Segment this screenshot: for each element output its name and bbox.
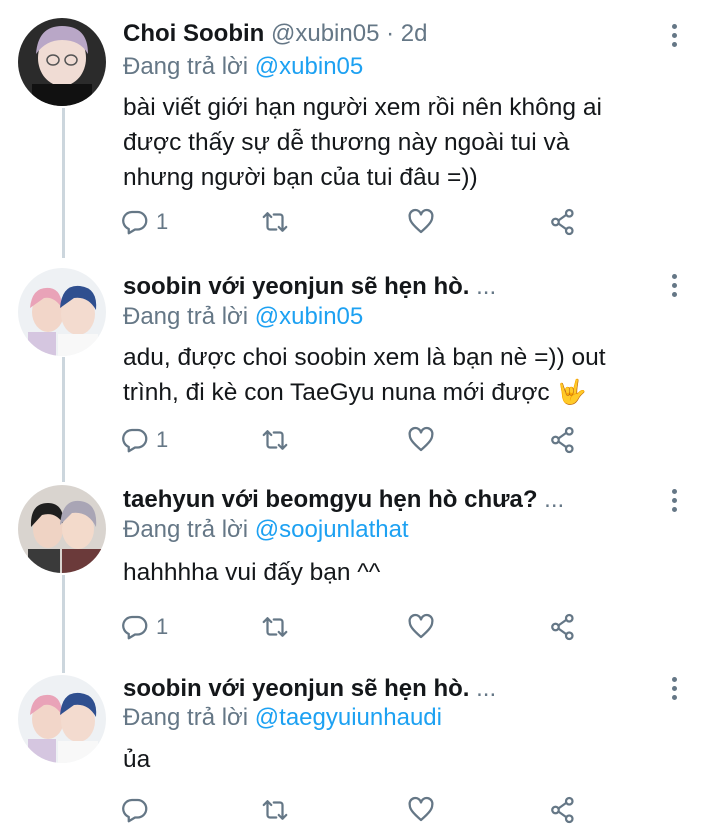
more-vertical-icon[interactable] bbox=[662, 675, 686, 705]
reply-button[interactable]: 1 bbox=[120, 205, 168, 239]
tweet[interactable]: soobin với yeonjun sẽ hẹn hò. ... Đang t… bbox=[0, 260, 720, 475]
reply-icon bbox=[122, 428, 148, 453]
separator: · bbox=[386, 20, 395, 47]
share-icon bbox=[551, 796, 574, 824]
display-name[interactable]: soobin với yeonjun sẽ hẹn hò. bbox=[123, 273, 469, 300]
name-truncation: ... bbox=[476, 273, 497, 300]
love-you-gesture-emoji: 🤟 bbox=[556, 379, 587, 406]
replying-to: Đang trả lời @xubin05 bbox=[123, 50, 363, 84]
tweet-text-line: trình, đi kè con TaeGyu nuna mới được 🤟 bbox=[123, 375, 663, 410]
action-bar: 1 bbox=[120, 610, 600, 644]
share-button[interactable] bbox=[548, 423, 578, 457]
tweet-text: adu, được choi soobin xem là bạn nè =)) … bbox=[123, 340, 663, 410]
avatar[interactable] bbox=[18, 268, 106, 356]
action-bar bbox=[120, 793, 600, 827]
retweet-icon bbox=[262, 617, 288, 637]
tweet-text-line: được thấy sự dễ thương này ngoài tui và bbox=[123, 129, 570, 156]
tweet-text: hahhhha vui đấy bạn ^^ bbox=[123, 555, 663, 590]
retweet-icon bbox=[262, 430, 288, 450]
mention-link[interactable]: @soojunlathat bbox=[255, 516, 409, 543]
reply-icon bbox=[122, 615, 148, 640]
share-button[interactable] bbox=[548, 205, 578, 239]
retweet-button[interactable] bbox=[260, 610, 290, 644]
action-bar: 1 bbox=[120, 423, 600, 457]
mention-link[interactable]: @taegyuiunhaudi bbox=[255, 704, 442, 731]
display-name[interactable]: Choi Soobin bbox=[123, 20, 264, 47]
reply-button[interactable]: 1 bbox=[120, 423, 168, 457]
share-icon bbox=[551, 426, 574, 454]
reply-count: 1 bbox=[156, 427, 169, 452]
tweet[interactable]: soobin với yeonjun sẽ hẹn hò. ... Đang t… bbox=[0, 665, 720, 835]
timestamp[interactable]: 2d bbox=[401, 20, 428, 47]
tweet-text-line: adu, được choi soobin xem là bạn nè =)) … bbox=[123, 344, 606, 371]
reply-count: 1 bbox=[156, 614, 169, 639]
share-icon bbox=[551, 208, 574, 236]
like-button[interactable] bbox=[406, 610, 436, 644]
avatar-image bbox=[18, 485, 106, 573]
share-button[interactable] bbox=[548, 793, 578, 827]
tweet-text-line: nhưng người bạn của tui đâu =)) bbox=[123, 164, 478, 191]
heart-icon bbox=[408, 613, 434, 639]
avatar[interactable] bbox=[18, 485, 106, 573]
heart-icon bbox=[408, 426, 434, 452]
replying-to: Đang trả lời @soojunlathat bbox=[123, 513, 409, 547]
tweet[interactable]: taehyun với beomgyu hẹn hò chưa? ... Đan… bbox=[0, 475, 720, 665]
avatar-image bbox=[18, 268, 106, 356]
avatar-image bbox=[18, 675, 106, 763]
reply-icon bbox=[122, 798, 148, 823]
reply-icon bbox=[122, 210, 148, 235]
avatar[interactable] bbox=[18, 675, 106, 763]
retweet-icon bbox=[262, 800, 288, 820]
replying-to-label: Đang trả lời bbox=[123, 303, 249, 330]
tweet-text: bài viết giới hạn người xem rồi nên khôn… bbox=[123, 90, 663, 195]
share-icon bbox=[551, 613, 574, 641]
tweet-text: ủa bbox=[123, 742, 663, 777]
user-handle[interactable]: @xubin05 bbox=[271, 20, 379, 47]
name-truncation: ... bbox=[476, 675, 497, 702]
replying-to-label: Đang trả lời bbox=[123, 704, 249, 731]
retweet-button[interactable] bbox=[260, 423, 290, 457]
share-button[interactable] bbox=[548, 610, 578, 644]
tweet-text-line: ủa bbox=[123, 746, 151, 773]
reply-count: 1 bbox=[156, 209, 169, 234]
reply-button[interactable]: 1 bbox=[120, 610, 168, 644]
more-vertical-icon[interactable] bbox=[662, 272, 686, 302]
more-vertical-icon[interactable] bbox=[662, 487, 686, 517]
heart-icon bbox=[408, 796, 434, 822]
tweet-text-line: bài viết giới hạn người xem rồi nên khôn… bbox=[123, 94, 602, 121]
action-bar: 1 bbox=[120, 205, 600, 239]
mention-link[interactable]: @xubin05 bbox=[255, 303, 363, 330]
avatar[interactable] bbox=[18, 18, 106, 106]
like-button[interactable] bbox=[406, 793, 436, 827]
more-vertical-icon[interactable] bbox=[662, 22, 686, 52]
display-name[interactable]: taehyun với beomgyu hẹn hò chưa? bbox=[123, 486, 538, 513]
like-button[interactable] bbox=[406, 423, 436, 457]
tweet[interactable]: Choi Soobin @xubin05 · 2d Đang trả lời @… bbox=[0, 0, 720, 260]
retweet-button[interactable] bbox=[260, 205, 290, 239]
retweet-button[interactable] bbox=[260, 793, 290, 827]
heart-icon bbox=[408, 208, 434, 234]
replying-to-label: Đang trả lời bbox=[123, 53, 249, 80]
mention-link[interactable]: @xubin05 bbox=[255, 53, 363, 80]
tweet-text-line: hahhhha vui đấy bạn ^^ bbox=[123, 559, 381, 586]
retweet-icon bbox=[262, 212, 288, 232]
like-button[interactable] bbox=[406, 205, 436, 239]
replying-to: Đang trả lời @xubin05 bbox=[123, 300, 363, 334]
reply-button[interactable] bbox=[120, 793, 156, 827]
avatar-image bbox=[18, 18, 106, 106]
name-truncation: ... bbox=[544, 486, 565, 513]
replying-to-label: Đang trả lời bbox=[123, 516, 249, 543]
display-name[interactable]: soobin với yeonjun sẽ hẹn hò. bbox=[123, 675, 469, 702]
replying-to: Đang trả lời @taegyuiunhaudi bbox=[123, 701, 442, 735]
